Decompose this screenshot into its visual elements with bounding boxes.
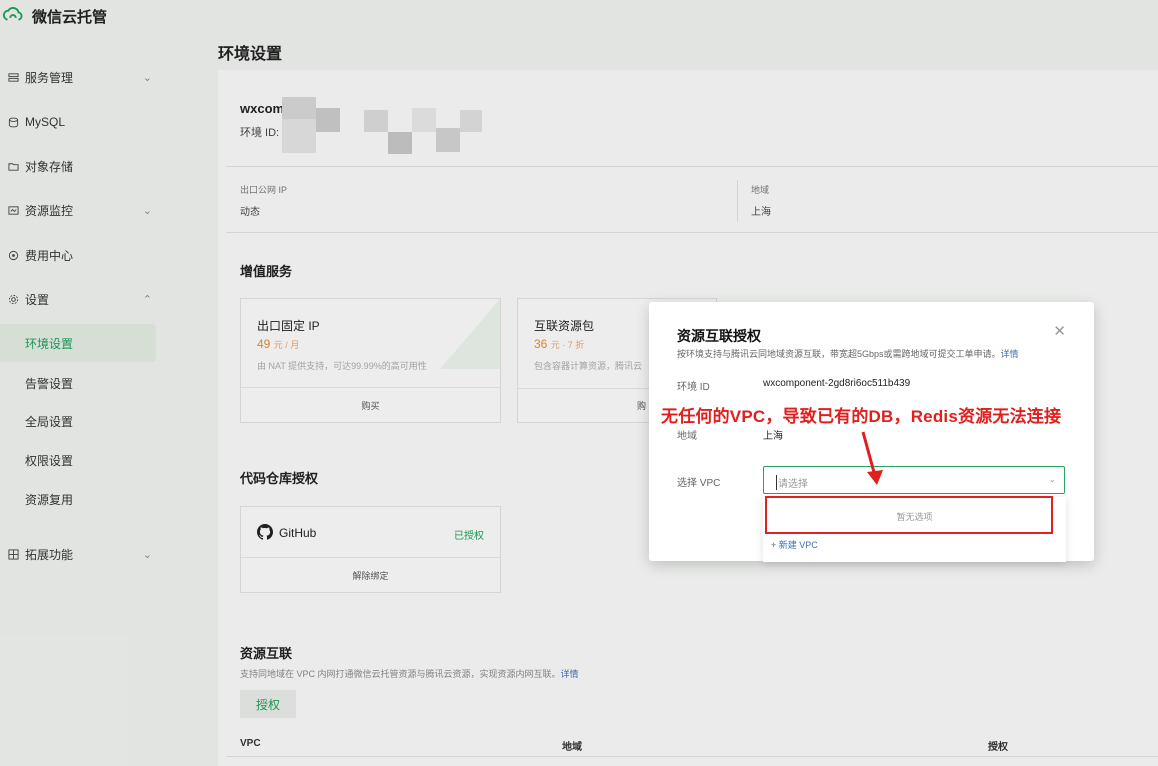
annotation-text: 无任何的VPC，导致已有的DB，Redis资源无法连接	[661, 407, 1062, 426]
region-label: 地域	[677, 431, 697, 442]
dialog-title: 资源互联授权	[677, 328, 761, 344]
chevron-down-icon: ⌄	[1048, 474, 1056, 484]
env-id-label: 环境 ID	[677, 382, 710, 393]
vpc-label: 选择 VPC	[677, 478, 721, 489]
annotation-highlight-box	[765, 496, 1053, 534]
annotation-arrow-icon	[861, 431, 883, 485]
env-id-value: wxcomponent-2gd8ri6oc511b439	[763, 378, 911, 389]
details-link[interactable]: 详情	[1001, 349, 1019, 359]
vpc-select-placeholder: 请选择	[776, 475, 808, 490]
vpc-select[interactable]: 请选择 ⌄	[763, 466, 1065, 494]
close-icon[interactable]: ✕	[1053, 324, 1066, 339]
dialog-subtitle: 按环境支持与腾讯云同地域资源互联，带宽超5Gbps或需跨地域可提交工单申请。详情	[677, 349, 1019, 359]
region-value: 上海	[763, 431, 783, 442]
create-vpc-link[interactable]: + 新建 VPC	[771, 538, 818, 551]
